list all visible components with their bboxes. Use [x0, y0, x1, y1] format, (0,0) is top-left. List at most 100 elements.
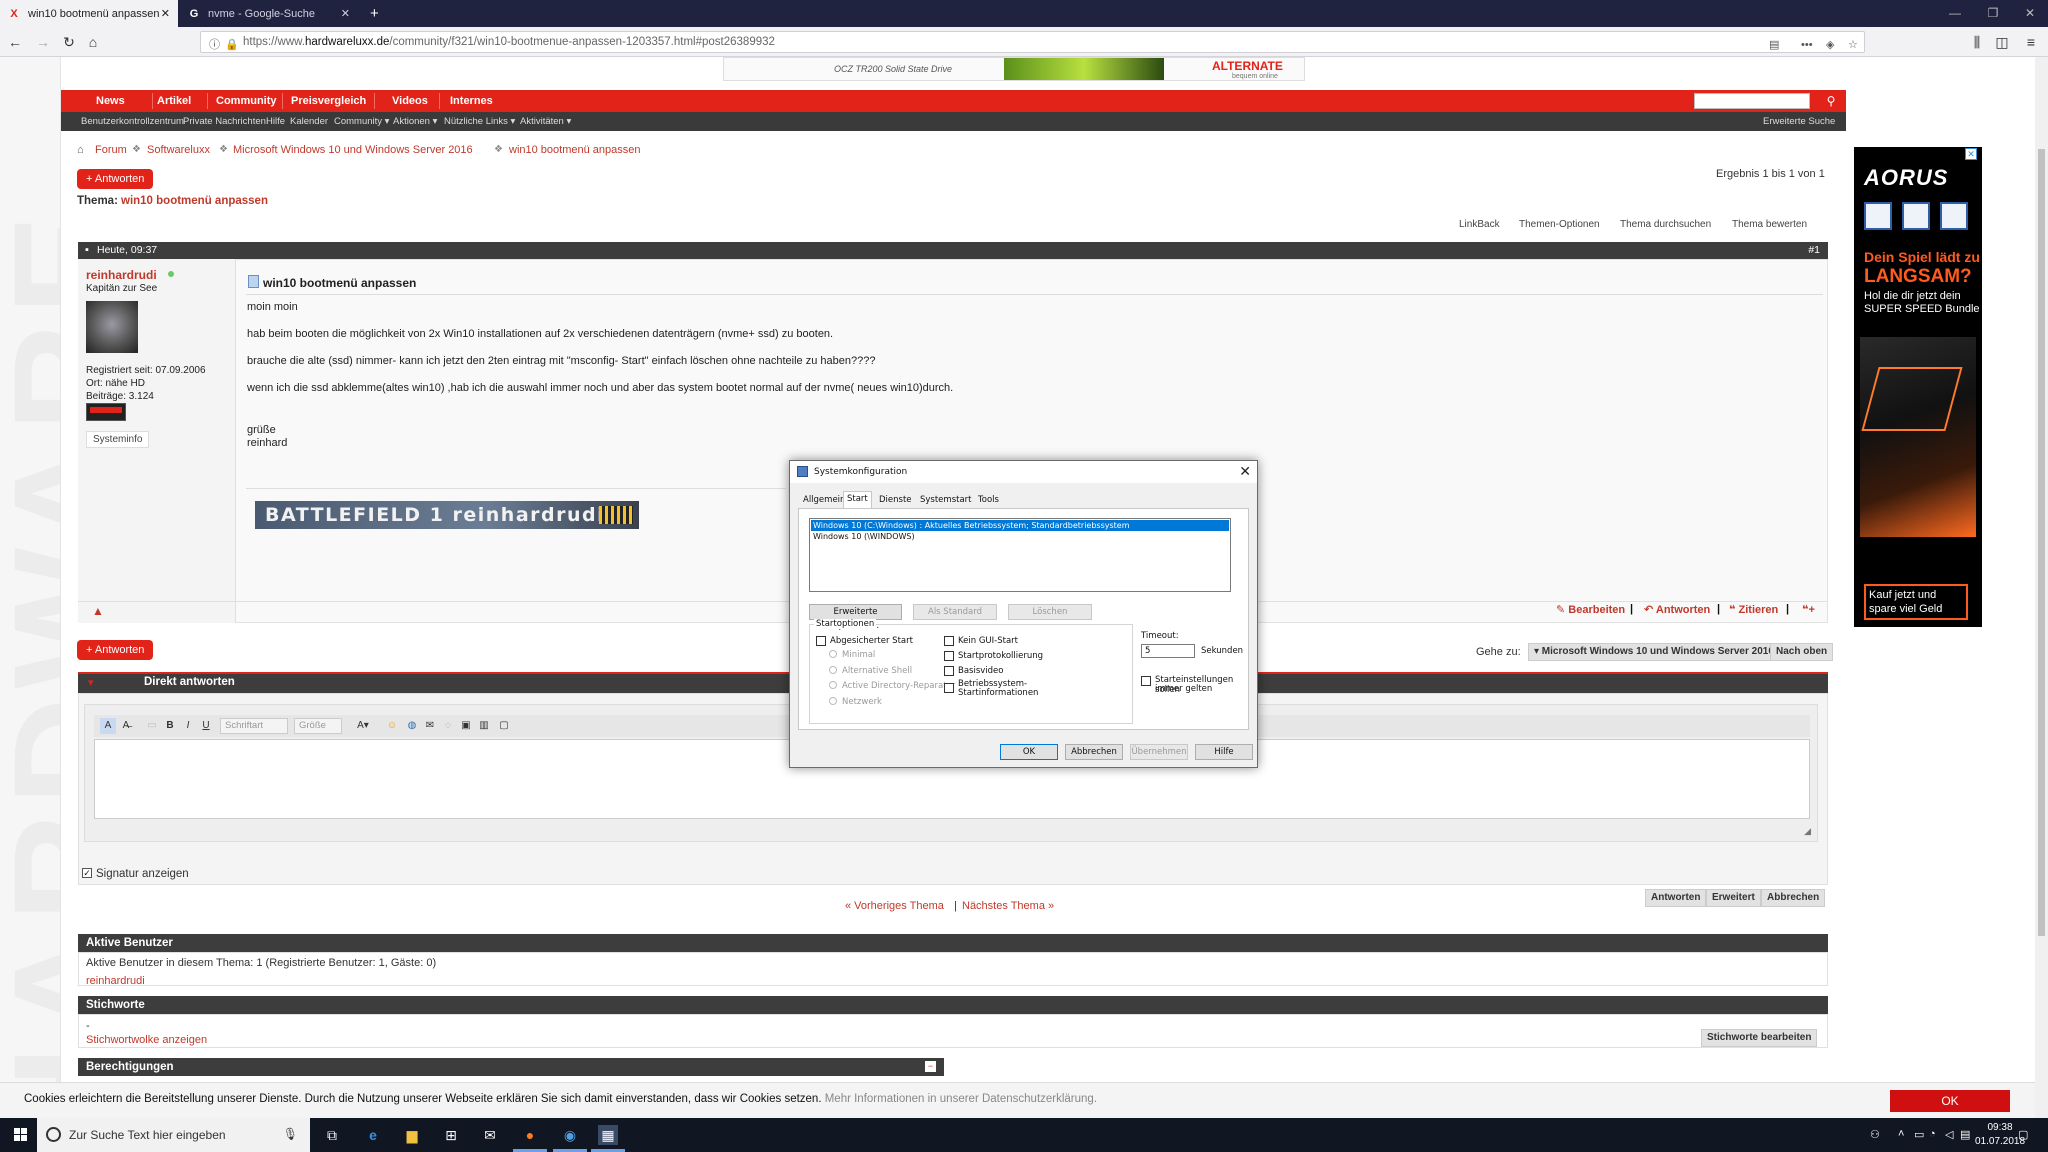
subnav-user-cp[interactable]: Benutzerkontrollzentrum — [81, 112, 184, 131]
thread-options-link[interactable]: Themen-Optionen — [1519, 219, 1600, 230]
next-thread-link[interactable]: Nächstes Thema » — [962, 900, 1054, 912]
windows-start-icon[interactable] — [14, 1128, 28, 1142]
close-tab-icon[interactable]: ✕ — [161, 7, 170, 20]
email-icon[interactable]: ✉ — [422, 718, 438, 734]
ok-button[interactable]: OK — [1000, 744, 1058, 760]
make-permanent-checkbox[interactable] — [1141, 676, 1151, 686]
signature-banner[interactable]: BATTLEFIELD 1 reinhardrudii — [255, 501, 639, 529]
notifications-icon[interactable]: ▢ — [2018, 1128, 2028, 1141]
collapse-permissions-icon[interactable]: − — [925, 1061, 936, 1072]
subnav-activities[interactable]: Aktivitäten ▾ — [520, 112, 571, 131]
show-signature-checkbox[interactable]: ✓ — [82, 868, 92, 878]
pocket-icon[interactable]: ◈ — [1826, 35, 1834, 55]
keyboard-icon[interactable]: ▤ — [1960, 1128, 1970, 1141]
breadcrumb-forum[interactable]: Forum — [95, 144, 127, 156]
tab-dienste[interactable]: Dienste — [876, 493, 915, 508]
no-gui-boot-checkbox[interactable] — [944, 636, 954, 646]
breadcrumb-softwareluxx[interactable]: Softwareluxx — [147, 144, 210, 156]
video-icon[interactable]: ▥ — [476, 718, 492, 734]
home-icon[interactable]: ⌂ — [84, 33, 102, 51]
tab-tools[interactable]: Tools — [975, 493, 1002, 508]
back-icon[interactable]: ← — [6, 33, 24, 51]
library-icon[interactable]: ⫼ — [1968, 33, 1986, 51]
mail-icon[interactable]: ✉ — [480, 1125, 500, 1145]
report-post-icon[interactable]: ▲ — [92, 604, 104, 618]
nav-internes[interactable]: Internes — [450, 90, 493, 112]
avatar[interactable] — [86, 301, 138, 353]
post-number[interactable]: #1 — [1808, 244, 1820, 256]
tag-cloud-link[interactable]: Stichwortwolke anzeigen — [86, 1034, 207, 1046]
text-color-icon[interactable]: A▾ — [352, 718, 374, 734]
submit-reply-button[interactable]: Antworten — [1645, 889, 1707, 907]
search-icon[interactable]: ⚲ — [1820, 92, 1842, 110]
microphone-icon[interactable]: 🎙 — [283, 1127, 298, 1141]
help-button[interactable]: Hilfe — [1195, 744, 1253, 760]
taskbar-search[interactable]: Zur Suche Text hier eingeben 🎙 — [37, 1118, 310, 1152]
set-default-button[interactable]: Als Standard — [913, 604, 997, 620]
nav-artikel[interactable]: Artikel — [157, 90, 191, 112]
file-explorer-icon[interactable]: ▆ — [402, 1125, 422, 1145]
smiley-icon[interactable]: ☺ — [384, 718, 400, 734]
ad-cta-button[interactable]: Kauf jetzt und spare viel Geld — [1864, 584, 1968, 620]
page-actions-icon[interactable]: ••• — [1801, 35, 1813, 55]
volume-icon[interactable]: ◁ — [1945, 1128, 1953, 1141]
menu-icon[interactable]: ≡ — [2022, 33, 2040, 51]
tab-nvme-google[interactable]: G nvme - Google-Suche ✕ — [180, 0, 358, 27]
minimal-radio[interactable] — [829, 650, 837, 658]
wifi-icon[interactable]: ◔ — [1929, 1128, 1936, 1140]
size-select[interactable]: Größe — [294, 718, 342, 734]
edit-tags-button[interactable]: Stichworte bearbeiten — [1701, 1029, 1818, 1047]
close-tab-icon[interactable]: ✕ — [341, 7, 350, 20]
post-author[interactable]: reinhardrudi — [86, 268, 157, 282]
side-banner-ad[interactable]: AORUS Dein Spiel lädt zu LANGSAM? Hol di… — [1854, 147, 1982, 627]
link-icon[interactable]: ◍ — [404, 718, 420, 734]
safe-boot-checkbox[interactable] — [816, 636, 826, 646]
paste-icon[interactable]: ▭ — [144, 718, 160, 734]
forward-icon[interactable]: → — [34, 33, 52, 51]
base-video-checkbox[interactable] — [944, 666, 954, 676]
advanced-options-button[interactable]: Erweiterte Optionen... — [809, 604, 902, 631]
rate-thread-link[interactable]: Thema bewerten — [1732, 219, 1807, 230]
people-icon[interactable]: ⚇ — [1870, 1128, 1880, 1141]
new-tab-button[interactable]: + — [362, 0, 384, 27]
page-scrollbar[interactable] — [2035, 57, 2048, 1118]
edge-icon[interactable]: e — [363, 1125, 383, 1145]
image-icon[interactable]: ▣ — [458, 718, 474, 734]
timeout-input[interactable]: 5 — [1141, 644, 1195, 658]
nav-preisvergleich[interactable]: Preisvergleich — [291, 90, 366, 112]
info-icon[interactable]: ⓘ — [209, 35, 220, 55]
boot-entry[interactable]: Windows 10 (C:\Windows) : Aktuelles Betr… — [811, 520, 1229, 531]
quote-icon[interactable]: ▢ — [496, 718, 512, 734]
restore-icon[interactable]: ❐ — [1973, 0, 2013, 27]
apply-button[interactable]: Übernehmen — [1130, 744, 1188, 760]
subnav-help[interactable]: Hilfe — [266, 112, 285, 131]
close-window-icon[interactable]: ✕ — [2010, 0, 2048, 27]
close-ad-icon[interactable]: ✕ — [1965, 148, 1977, 160]
cancel-button[interactable]: Abbrechen — [1065, 744, 1123, 760]
msconfig-taskbar-icon[interactable]: ▦ — [598, 1125, 618, 1145]
app-icon[interactable]: ◉ — [560, 1125, 580, 1145]
tab-allgemein[interactable]: Allgemein — [800, 493, 848, 508]
task-view-icon[interactable]: ⧉ — [322, 1125, 342, 1145]
network-radio[interactable] — [829, 697, 837, 705]
resize-handle-icon[interactable]: ◢ — [1804, 826, 1811, 837]
multi-quote-icon[interactable]: ❝+ — [1802, 603, 1815, 616]
network-icon[interactable]: ▭ — [1914, 1128, 1924, 1141]
advanced-search-link[interactable]: Erweiterte Suche — [1763, 112, 1835, 131]
sysinfo-button[interactable]: Systeminfo — [86, 431, 150, 448]
boot-entry[interactable]: Windows 10 (\WINDOWS) — [811, 531, 1229, 542]
nav-videos[interactable]: Videos — [392, 90, 428, 112]
subnav-useful-links[interactable]: Nützliche Links ▾ — [444, 112, 515, 131]
firefox-icon[interactable]: ● — [520, 1125, 540, 1145]
search-thread-link[interactable]: Thema durchsuchen — [1620, 219, 1711, 230]
boot-log-checkbox[interactable] — [944, 651, 954, 661]
close-dialog-icon[interactable]: ✕ — [1239, 464, 1251, 480]
url-bar[interactable]: ⓘ 🔒 https://www.hardwareluxx.de/communit… — [200, 31, 1865, 53]
goto-forum-select[interactable]: ▾ Microsoft Windows 10 und Windows Serve… — [1528, 643, 1780, 661]
thread-title[interactable]: win10 bootmenü anpassen — [121, 195, 268, 207]
tab-systemstart[interactable]: Systemstart — [917, 493, 975, 508]
subnav-private-messages[interactable]: Private Nachrichten — [183, 112, 266, 131]
unlink-icon[interactable]: ◌ — [440, 718, 456, 734]
ad-repair-radio[interactable] — [829, 681, 837, 689]
bold-icon[interactable]: B — [162, 718, 178, 734]
